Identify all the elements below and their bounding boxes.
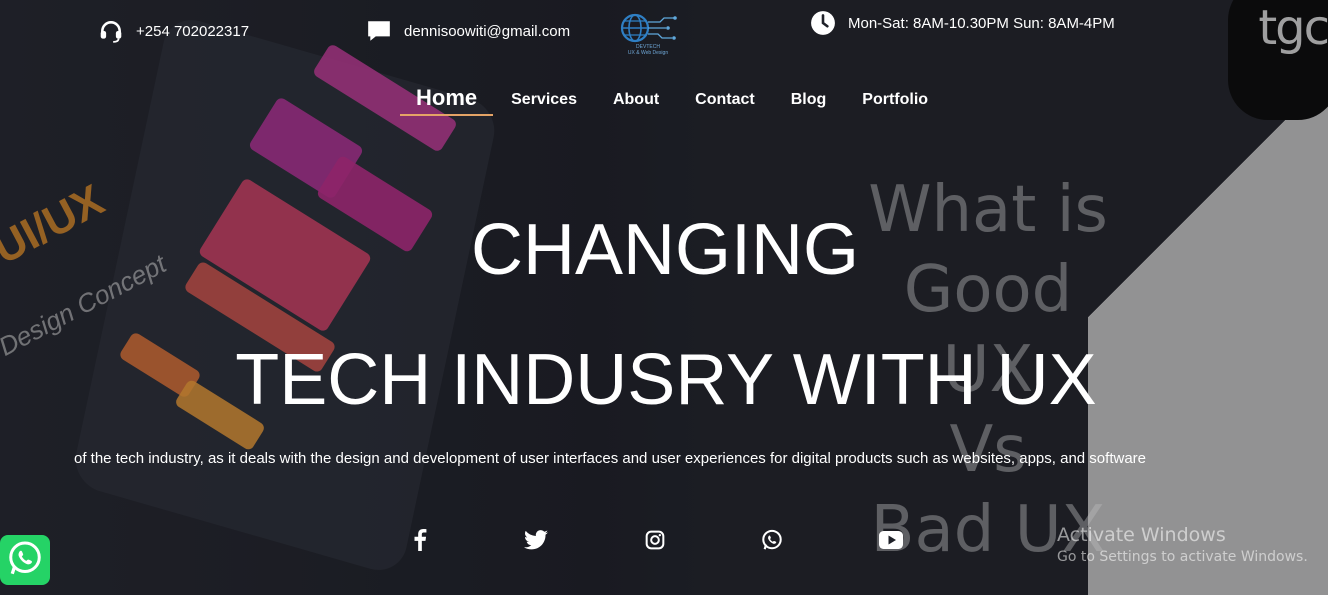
activate-windows-subtitle: Go to Settings to activate Windows.: [1057, 549, 1308, 565]
hero-headline-line2: TECH INDUSRY WITH UX: [235, 340, 1097, 420]
nav-home[interactable]: Home: [400, 84, 494, 116]
phone-number: +254 702022317: [136, 22, 250, 40]
twitter-icon[interactable]: [523, 527, 549, 553]
whatsapp-icon: [7, 540, 43, 581]
brand-caption: DEVTECH UX & Web Design: [620, 44, 676, 56]
hours-text: Mon-Sat: 8AM-10.30PM Sun: 8AM-4PM: [848, 14, 1115, 32]
headset-icon: [98, 18, 124, 44]
nav-services[interactable]: Services: [493, 84, 595, 116]
whatsapp-icon[interactable]: [759, 527, 785, 553]
instagram-icon[interactable]: [642, 527, 668, 553]
contact-phone[interactable]: +254 702022317: [98, 18, 249, 44]
nav-blog[interactable]: Blog: [773, 84, 845, 116]
clock-icon: [810, 10, 836, 36]
hero-description: of the tech industry, as it deals with t…: [74, 450, 1146, 467]
email-address: dennisoowiti@gmail.com: [404, 22, 571, 40]
floating-whatsapp-button[interactable]: [0, 535, 50, 585]
activate-windows-title: Activate Windows: [1057, 524, 1226, 546]
nav-contact[interactable]: Contact: [677, 84, 773, 116]
contact-email[interactable]: dennisoowiti@gmail.com: [366, 18, 570, 44]
facebook-icon[interactable]: [407, 527, 433, 553]
brand-caption-line2: UX & Web Design: [627, 50, 669, 56]
main-nav: Home Services About Contact Blog Portfol…: [400, 84, 946, 116]
nav-about[interactable]: About: [595, 84, 677, 116]
youtube-icon[interactable]: [878, 527, 904, 553]
chat-bubble-icon: [366, 18, 392, 44]
nav-portfolio[interactable]: Portfolio: [844, 84, 946, 116]
hero-headline-line1: CHANGING: [470, 210, 860, 290]
business-hours: Mon-Sat: 8AM-10.30PM Sun: 8AM-4PM: [810, 10, 1115, 36]
